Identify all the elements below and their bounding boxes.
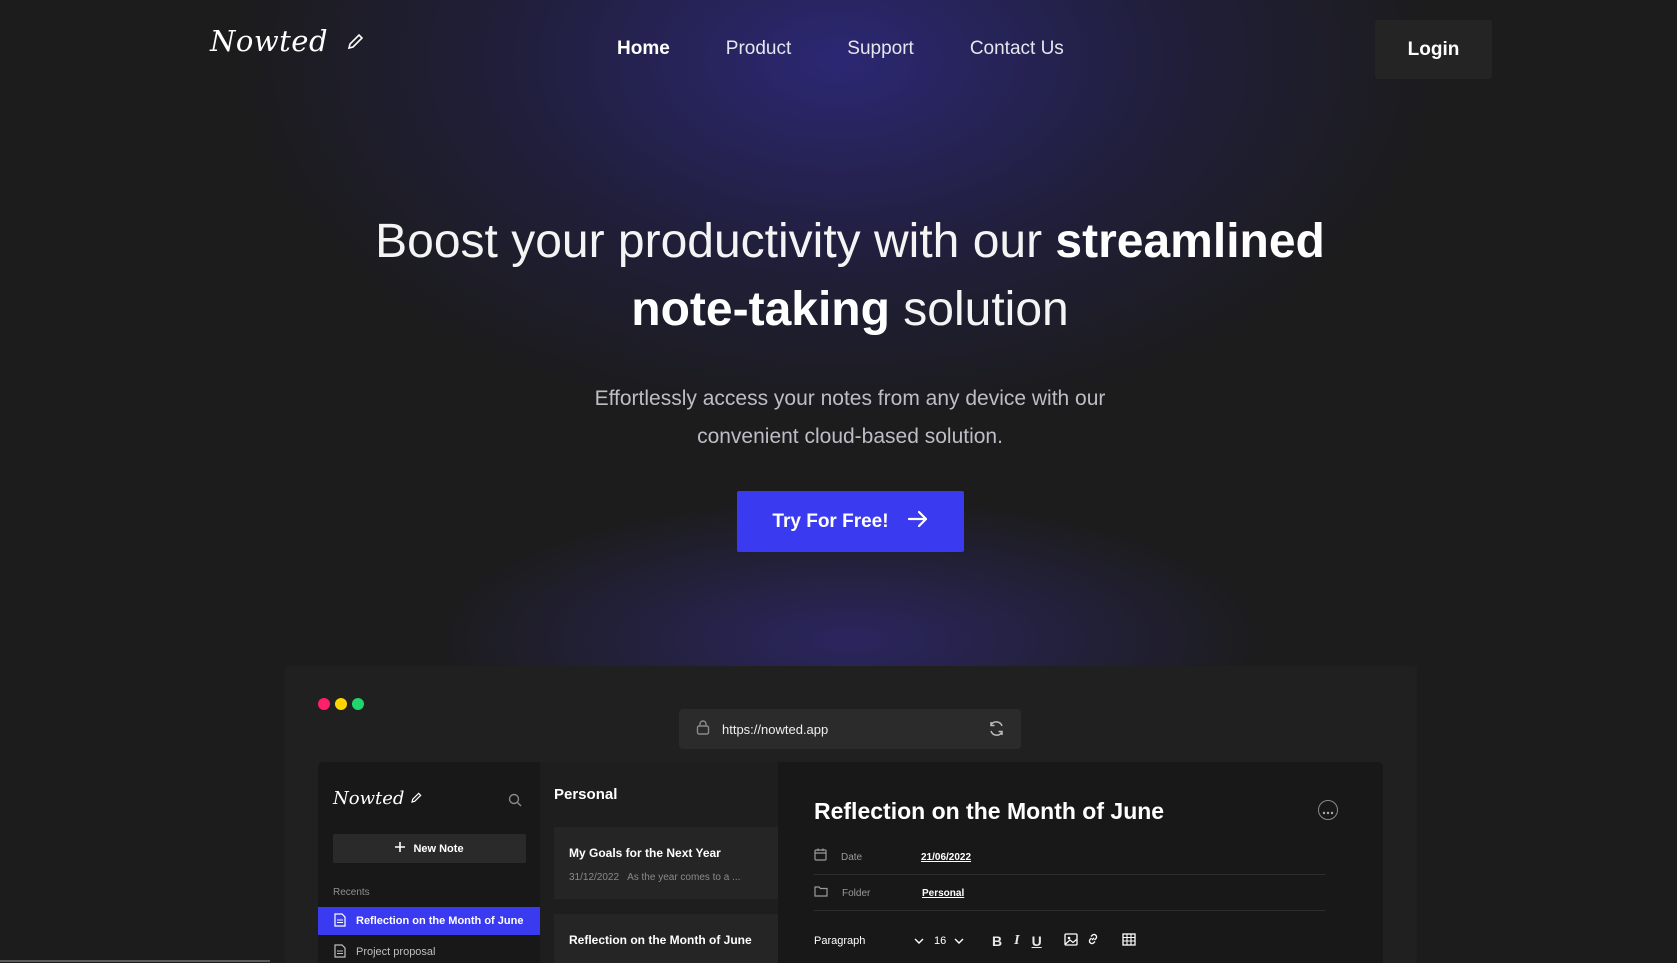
chevron-down-icon (954, 935, 964, 947)
notes-list-panel: Personal My Goals for the Next Year 31/1… (540, 762, 784, 963)
date-value[interactable]: 21/06/2022 (921, 852, 971, 863)
pen-icon (346, 24, 364, 58)
brand-logo-text: Nowted (210, 24, 329, 58)
lock-icon (696, 719, 710, 739)
try-for-free-label: Try For Free! (772, 510, 889, 532)
document-icon (334, 912, 346, 930)
maximize-dot (352, 698, 364, 710)
close-dot (318, 698, 330, 710)
note-card[interactable]: My Goals for the Next Year 31/12/2022 As … (554, 827, 784, 899)
note-card-title: Reflection on the Month of June (569, 933, 752, 947)
login-button[interactable]: Login (1375, 20, 1492, 79)
font-size-select[interactable]: 16 (934, 935, 992, 947)
search-icon[interactable] (508, 792, 522, 811)
app-sidebar: Nowted New Note Recents Reflection on th… (318, 762, 540, 963)
paragraph-select[interactable]: Paragraph (814, 935, 934, 947)
table-icon[interactable] (1122, 932, 1136, 949)
font-size-value: 16 (934, 934, 947, 947)
app-logo: Nowted (333, 788, 422, 809)
headline-bold-2: note-taking (631, 283, 890, 336)
header-glow (0, 0, 1677, 700)
arrow-right-icon (907, 510, 929, 534)
note-card[interactable]: Reflection on the Month of June (554, 914, 784, 963)
nav-product-link[interactable]: Product (726, 38, 791, 60)
note-editor: Reflection on the Month of June Date 21/… (778, 762, 1383, 963)
folder-label: Folder (842, 887, 871, 899)
note-date-row: Date 21/06/2022 (814, 840, 1325, 875)
formatting-toolbar: Paragraph 16 B I U (814, 932, 1136, 949)
calendar-icon (814, 848, 827, 866)
nav-home-link[interactable]: Home (617, 38, 670, 60)
brand-logo[interactable]: Nowted (210, 24, 364, 58)
folder-title: Personal (554, 786, 618, 803)
pen-icon (410, 788, 422, 809)
folder-icon (814, 884, 828, 902)
subtitle-line-2: convenient cloud-based solution. (697, 425, 1003, 448)
ellipsis-icon (1322, 803, 1334, 818)
document-icon (334, 943, 346, 961)
image-icon[interactable] (1064, 932, 1078, 949)
window-controls (318, 698, 364, 710)
reload-icon[interactable] (988, 720, 1005, 741)
paragraph-select-value: Paragraph (814, 934, 866, 947)
recent-item-label: Project proposal (356, 946, 436, 958)
date-label: Date (841, 851, 863, 863)
recent-item-label: Reflection on the Month of June (356, 915, 524, 927)
address-bar[interactable]: https://nowted.app (679, 709, 1021, 749)
italic-icon[interactable]: I (1014, 933, 1019, 949)
url-text: https://nowted.app (722, 721, 829, 737)
app-preview-window: https://nowted.app Nowted New Note Recen… (285, 666, 1417, 963)
underline-icon[interactable]: U (1032, 933, 1042, 949)
hero-headline: Boost your productivity with our streaml… (300, 208, 1400, 344)
bold-icon[interactable]: B (992, 933, 1002, 949)
note-card-date: 31/12/2022 (569, 872, 620, 883)
note-card-snippet: As the year comes to a ... (627, 872, 741, 883)
subtitle-line-1: Effortlessly access your notes from any … (594, 387, 1106, 410)
link-icon[interactable] (1086, 932, 1100, 949)
hero-subtitle: Effortlessly access your notes from any … (530, 380, 1170, 456)
new-note-label: New Note (413, 842, 464, 855)
more-options-button[interactable] (1318, 800, 1338, 820)
note-title: Reflection on the Month of June (814, 798, 1165, 824)
note-card-title: My Goals for the Next Year (569, 846, 721, 860)
recent-item-reflection[interactable]: Reflection on the Month of June (318, 907, 540, 935)
headline-text-1: Boost your productivity with our (375, 215, 1056, 268)
plus-icon (395, 842, 406, 855)
chevron-down-icon (914, 935, 924, 947)
note-card-meta: 31/12/2022 As the year comes to a ... (569, 872, 740, 883)
main-nav: Home Product Support Contact Us (617, 38, 1064, 60)
minimize-dot (335, 698, 347, 710)
new-note-button[interactable]: New Note (333, 834, 526, 863)
folder-value[interactable]: Personal (922, 888, 964, 899)
nowted-app: Nowted New Note Recents Reflection on th… (318, 762, 1383, 963)
note-folder-row: Folder Personal (814, 876, 1325, 911)
recents-heading: Recents (333, 887, 370, 898)
nav-support-link[interactable]: Support (847, 38, 914, 60)
scroll-indicator (0, 960, 270, 962)
nav-contact-link[interactable]: Contact Us (970, 38, 1064, 60)
app-logo-text: Nowted (333, 788, 405, 809)
headline-text-2: solution (889, 283, 1069, 336)
headline-bold-1: streamlined (1055, 215, 1325, 268)
try-for-free-button[interactable]: Try For Free! (737, 491, 964, 552)
recent-item-project-proposal[interactable]: Project proposal (318, 938, 540, 963)
